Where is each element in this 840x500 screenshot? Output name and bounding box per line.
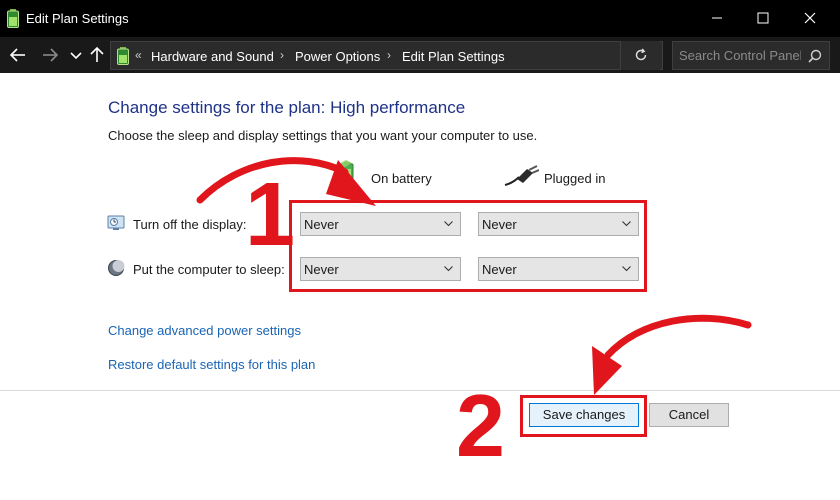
save-button-highlight-box xyxy=(520,395,647,437)
breadcrumb-overflow[interactable]: « xyxy=(135,48,142,62)
forward-arrow-icon xyxy=(43,48,59,62)
dropdowns-highlight-box xyxy=(289,200,647,292)
step-1-number: 1 xyxy=(245,165,296,265)
step-2-arrowhead xyxy=(592,346,622,395)
refresh-button[interactable] xyxy=(620,41,660,70)
turn-off-display-label: Turn off the display: xyxy=(133,217,247,232)
battery-icon xyxy=(339,160,354,180)
close-icon xyxy=(804,12,816,24)
footer-divider xyxy=(0,390,840,391)
step-2-arrow xyxy=(604,314,752,359)
power-options-icon xyxy=(117,47,129,65)
refresh-icon xyxy=(635,48,647,61)
back-arrow-icon xyxy=(9,48,25,62)
change-advanced-power-settings-link[interactable]: Change advanced power settings xyxy=(108,323,301,338)
minimize-button[interactable] xyxy=(694,0,740,37)
minimize-icon xyxy=(712,17,722,19)
maximize-button[interactable] xyxy=(740,0,786,37)
search-icon xyxy=(808,49,822,63)
address-bar[interactable]: « Hardware and Sound › Power Options › E… xyxy=(110,41,663,70)
on-battery-header: On battery xyxy=(371,171,432,186)
chevron-down-icon xyxy=(70,52,82,60)
power-plug-icon xyxy=(504,165,539,186)
window-title: Edit Plan Settings xyxy=(26,11,129,26)
navigation-bar: « Hardware and Sound › Power Options › E… xyxy=(0,37,840,73)
plugged-in-header: Plugged in xyxy=(544,171,606,186)
forward-button[interactable] xyxy=(40,45,60,65)
breadcrumb-separator[interactable]: › xyxy=(280,48,284,62)
up-button[interactable] xyxy=(87,45,107,65)
title-bar: Edit Plan Settings xyxy=(0,0,840,37)
maximize-icon xyxy=(757,12,769,24)
breadcrumb-hardware-and-sound[interactable]: Hardware and Sound xyxy=(151,49,274,64)
back-button[interactable] xyxy=(8,45,28,65)
search-input[interactable] xyxy=(679,47,801,64)
recent-locations-button[interactable] xyxy=(66,45,86,65)
breadcrumb-edit-plan-settings[interactable]: Edit Plan Settings xyxy=(402,49,505,64)
battery-app-icon xyxy=(7,9,19,28)
page-description: Choose the sleep and display settings th… xyxy=(108,128,538,143)
breadcrumb-separator[interactable]: › xyxy=(387,48,391,62)
close-button[interactable] xyxy=(787,0,833,37)
up-arrow-icon xyxy=(90,46,104,62)
display-icon xyxy=(107,215,125,230)
step-2-number: 2 xyxy=(456,376,505,475)
search-box[interactable] xyxy=(672,41,830,70)
breadcrumb-power-options[interactable]: Power Options xyxy=(295,49,380,64)
cancel-button[interactable]: Cancel xyxy=(649,403,729,427)
restore-default-settings-link[interactable]: Restore default settings for this plan xyxy=(108,357,315,372)
page-title: Change settings for the plan: High perfo… xyxy=(108,98,466,117)
sleep-moon-icon xyxy=(108,260,125,276)
